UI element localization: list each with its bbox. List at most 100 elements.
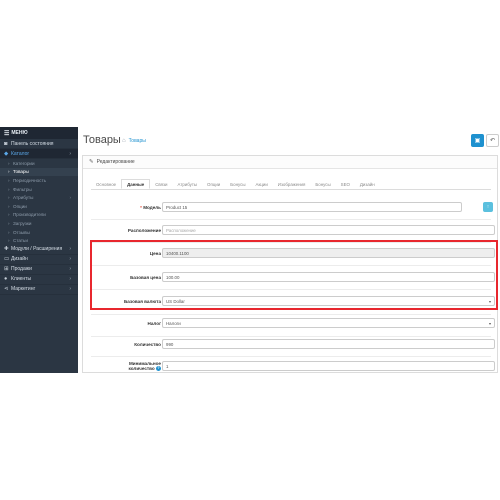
min-quantity-label-line2: количество (128, 366, 155, 371)
model-input[interactable]: Product 15 (162, 202, 462, 212)
chevron-right-icon: › (69, 286, 71, 293)
row-divider (91, 336, 491, 337)
sidebar-subitem-label: Отзывы (13, 229, 30, 235)
sidebar: ☰ МЕНЮ ◙ Панель состояния ◆ Каталог › › К… (0, 127, 78, 373)
tab-options[interactable]: Опции (202, 179, 225, 189)
sidebar-subitem-reviews[interactable]: › Отзывы (0, 227, 78, 237)
base-currency-value: US Dollar (166, 298, 185, 304)
form-row-base-currency: Базовая валюта US Dollar ▾ (91, 296, 495, 308)
tab-images[interactable]: Изображения (273, 179, 311, 189)
sidebar-item-dashboard[interactable]: ◙ Панель состояния (0, 139, 78, 149)
row-divider (91, 356, 491, 357)
sidebar-subitem-label: Периодичность (13, 177, 46, 183)
sidebar-item-label: Панель состояния (11, 140, 54, 147)
puzzle-icon: ✚ (4, 246, 9, 253)
breadcrumb-link[interactable]: Товары (129, 138, 146, 144)
help-icon[interactable]: ? (156, 366, 161, 372)
base-currency-select[interactable]: US Dollar ▾ (162, 296, 495, 306)
sidebar-subitem-label: Фильтры (13, 186, 32, 192)
tab-discounts[interactable]: Бонусы (225, 179, 250, 189)
quantity-input[interactable]: 990 (162, 339, 495, 349)
sidebar-subitem-products[interactable]: › Товары (0, 167, 78, 177)
tab-attributes[interactable]: Атрибуты (173, 179, 203, 189)
min-quantity-input[interactable]: 1 (162, 361, 495, 371)
base-price-label: Базовая цена (130, 275, 161, 280)
sidebar-subitem-attributes[interactable]: › Атрибуты › (0, 193, 78, 202)
row-divider (91, 242, 491, 243)
sidebar-subitem-downloads[interactable]: › Загрузки (0, 219, 78, 228)
hamburger-icon: ☰ (4, 130, 10, 137)
sidebar-subitem-label: Загрузки (13, 220, 32, 226)
sidebar-item-label: Маркетинг (11, 286, 36, 293)
tab-data[interactable]: Данные (121, 179, 151, 189)
location-input[interactable]: Расположение (162, 225, 495, 235)
save-icon: ▣ (474, 138, 481, 144)
form-row-price: Цена 10400.1100 (91, 248, 495, 260)
sidebar-item-customers[interactable]: ● Клиенты › (0, 275, 78, 285)
share-icon: ⋖ (4, 286, 9, 293)
price-label: Цена (149, 251, 161, 256)
breadcrumb: ⌂ Товары (122, 138, 146, 144)
arrow-up-icon: ↑ (486, 204, 490, 210)
chevron-down-icon: ▾ (488, 298, 491, 304)
edit-panel: ✎ Редактирование Основное Данные Связи А… (82, 155, 498, 373)
sidebar-item-marketing[interactable]: ⋖ Маркетинг › (0, 285, 78, 295)
tab-bar: Основное Данные Связи Атрибуты Опции Бон… (91, 177, 380, 189)
chevron-right-icon: › (69, 266, 71, 273)
sidebar-subitem-filters[interactable]: › Фильтры (0, 184, 78, 194)
pencil-icon: ✎ (89, 159, 94, 165)
row-divider (91, 265, 491, 266)
tabs-divider (91, 189, 491, 190)
min-quantity-label: Минимальное количество ? (91, 361, 161, 372)
form-row-base-price: Базовая цена 100.00 (91, 272, 495, 284)
sidebar-item-catalog[interactable]: ◆ Каталог › (0, 149, 78, 159)
row-divider (91, 219, 491, 220)
base-price-input[interactable]: 100.00 (162, 272, 495, 282)
tag-icon: ◆ (4, 150, 9, 157)
tab-seo[interactable]: SEO (336, 179, 355, 189)
tab-design[interactable]: Дизайн (355, 179, 380, 189)
panel-heading: ✎ Редактирование (83, 156, 497, 169)
sidebar-item-label: Каталог (11, 150, 30, 157)
chevron-right-icon: › (69, 246, 71, 253)
chevron-down-icon: › (69, 150, 71, 157)
sidebar-subitem-options[interactable]: › Опции (0, 201, 78, 211)
form-row-tax: Налог Налоги ▾ (91, 318, 495, 330)
main-content: Товары ⌂ Товары ▣ ↶ ✎ Редактирование Осн… (78, 127, 500, 373)
form-row-min-quantity: Минимальное количество ? 1 (91, 361, 495, 373)
sidebar-subitem-articles[interactable]: › Статьи (0, 236, 78, 245)
back-button[interactable]: ↶ (486, 134, 499, 147)
panel-title: Редактирование (96, 159, 135, 165)
tax-select[interactable]: Налоги ▾ (162, 318, 495, 328)
sidebar-item-label: Продажи (11, 266, 32, 273)
sidebar-subitem-label: Производители (13, 212, 46, 218)
tax-label: Налог (147, 321, 161, 326)
admin-window: ☰ МЕНЮ ◙ Панель состояния ◆ Каталог › › К… (0, 127, 500, 373)
menu-header[interactable]: ☰ МЕНЮ (0, 127, 78, 139)
sidebar-item-label: Клиенты (11, 276, 32, 283)
sidebar-subitem-manufacturers[interactable]: › Производители (0, 210, 78, 220)
sidebar-subitem-categories[interactable]: › Категории (0, 159, 78, 168)
sidebar-item-design[interactable]: ▭ Дизайн › (0, 255, 78, 265)
location-label: Расположение (127, 228, 161, 233)
sidebar-subitem-label: Статьи (13, 238, 28, 244)
home-icon[interactable]: ⌂ (122, 138, 126, 144)
reply-icon: ↶ (489, 138, 496, 144)
row-divider (91, 289, 491, 290)
model-label: * Модель (91, 205, 161, 210)
sidebar-subitem-label: Товары (13, 169, 29, 175)
sidebar-item-extensions[interactable]: ✚ Модули / Расширения › (0, 245, 78, 255)
save-button[interactable]: ▣ (471, 134, 484, 147)
tab-general[interactable]: Основное (91, 179, 121, 189)
tab-links[interactable]: Связи (150, 179, 172, 189)
sidebar-item-label: Дизайн (11, 256, 28, 263)
translate-button[interactable]: ↑ (483, 202, 493, 212)
price-input[interactable]: 10400.1100 (162, 248, 495, 258)
tab-specials[interactable]: Акции (251, 179, 273, 189)
row-divider (91, 314, 491, 315)
sidebar-subitem-recurring[interactable]: › Периодичность (0, 176, 78, 185)
tab-reward-points[interactable]: Бонусы (310, 179, 335, 189)
sidebar-item-label: Модули / Расширения (11, 246, 63, 253)
form-row-location: Расположение Расположение (91, 225, 495, 237)
sidebar-item-sales[interactable]: ⊞ Продажи › (0, 265, 78, 275)
